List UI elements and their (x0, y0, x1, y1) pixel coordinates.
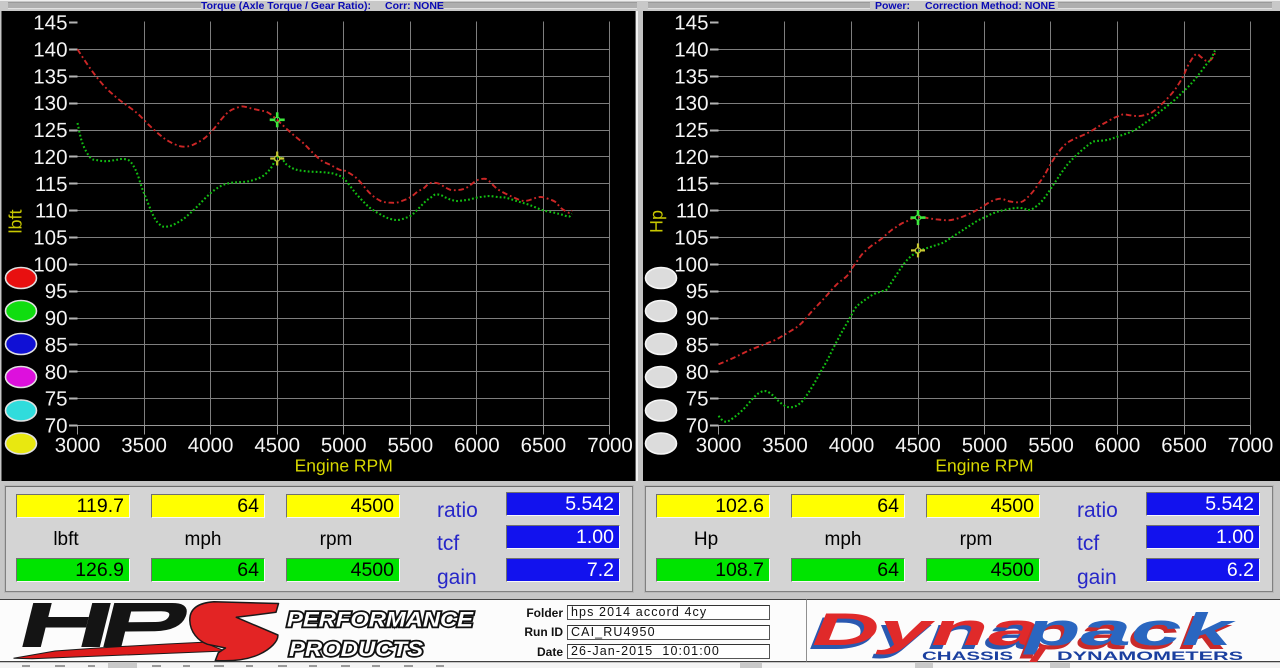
svg-text:75: 75 (45, 388, 68, 411)
svg-text:135: 135 (33, 65, 67, 88)
svg-text:4500: 4500 (895, 434, 941, 457)
svg-text:85: 85 (45, 334, 68, 357)
svg-text:6000: 6000 (454, 434, 500, 457)
svg-text:135: 135 (674, 65, 708, 88)
svg-text:3000: 3000 (696, 434, 742, 457)
svg-text:115: 115 (35, 173, 68, 196)
svg-text:PERFORMANCE: PERFORMANCE (287, 609, 474, 632)
svg-text:3000: 3000 (55, 434, 101, 457)
svg-text:80: 80 (686, 361, 709, 384)
svg-text:7000: 7000 (587, 434, 633, 457)
svg-text:CHASSIS: CHASSIS (922, 649, 1013, 663)
svg-text:5000: 5000 (321, 434, 367, 457)
svg-text:Engine RPM: Engine RPM (935, 456, 1033, 476)
svg-text:90: 90 (686, 307, 709, 330)
svg-text:7000: 7000 (1228, 434, 1274, 457)
svg-text:105: 105 (33, 227, 67, 250)
svg-text:95: 95 (686, 280, 709, 303)
svg-text:140: 140 (674, 38, 708, 61)
svg-text:Dyna: Dyna (812, 604, 1040, 655)
svg-text:100: 100 (33, 253, 67, 276)
svg-text:90: 90 (45, 307, 68, 330)
svg-text:pack: pack (1023, 604, 1236, 655)
svg-text:130: 130 (674, 92, 708, 115)
svg-text:140: 140 (33, 38, 67, 61)
svg-text:4000: 4000 (829, 434, 875, 457)
svg-text:110: 110 (35, 200, 68, 223)
svg-text:Engine RPM: Engine RPM (295, 456, 393, 476)
svg-text:145: 145 (33, 12, 67, 35)
svg-text:4500: 4500 (254, 434, 300, 457)
svg-text:3500: 3500 (762, 434, 808, 457)
svg-text:120: 120 (674, 146, 708, 169)
svg-text:75: 75 (686, 388, 709, 411)
svg-text:145: 145 (674, 12, 708, 35)
svg-text:110: 110 (676, 200, 709, 223)
svg-text:5000: 5000 (962, 434, 1008, 457)
svg-text:125: 125 (33, 119, 67, 142)
svg-text:120: 120 (33, 146, 67, 169)
svg-text:6000: 6000 (1095, 434, 1141, 457)
svg-text:5500: 5500 (1028, 434, 1074, 457)
svg-text:lbft: lbft (6, 209, 26, 233)
svg-text:125: 125 (674, 119, 708, 142)
svg-text:Hp: Hp (647, 210, 667, 233)
svg-text:95: 95 (45, 280, 68, 303)
svg-text:DYNAMOMETERS: DYNAMOMETERS (1057, 649, 1243, 663)
svg-text:3500: 3500 (121, 434, 167, 457)
svg-text:85: 85 (686, 334, 709, 357)
svg-text:100: 100 (674, 253, 708, 276)
svg-text:5500: 5500 (387, 434, 433, 457)
svg-text:105: 105 (674, 227, 708, 250)
svg-text:4000: 4000 (188, 434, 234, 457)
svg-text:80: 80 (45, 361, 68, 384)
svg-text:130: 130 (33, 92, 67, 115)
svg-text:115: 115 (676, 173, 709, 196)
svg-text:6500: 6500 (521, 434, 567, 457)
svg-text:6500: 6500 (1161, 434, 1207, 457)
svg-text:PRODUCTS: PRODUCTS (289, 638, 423, 661)
